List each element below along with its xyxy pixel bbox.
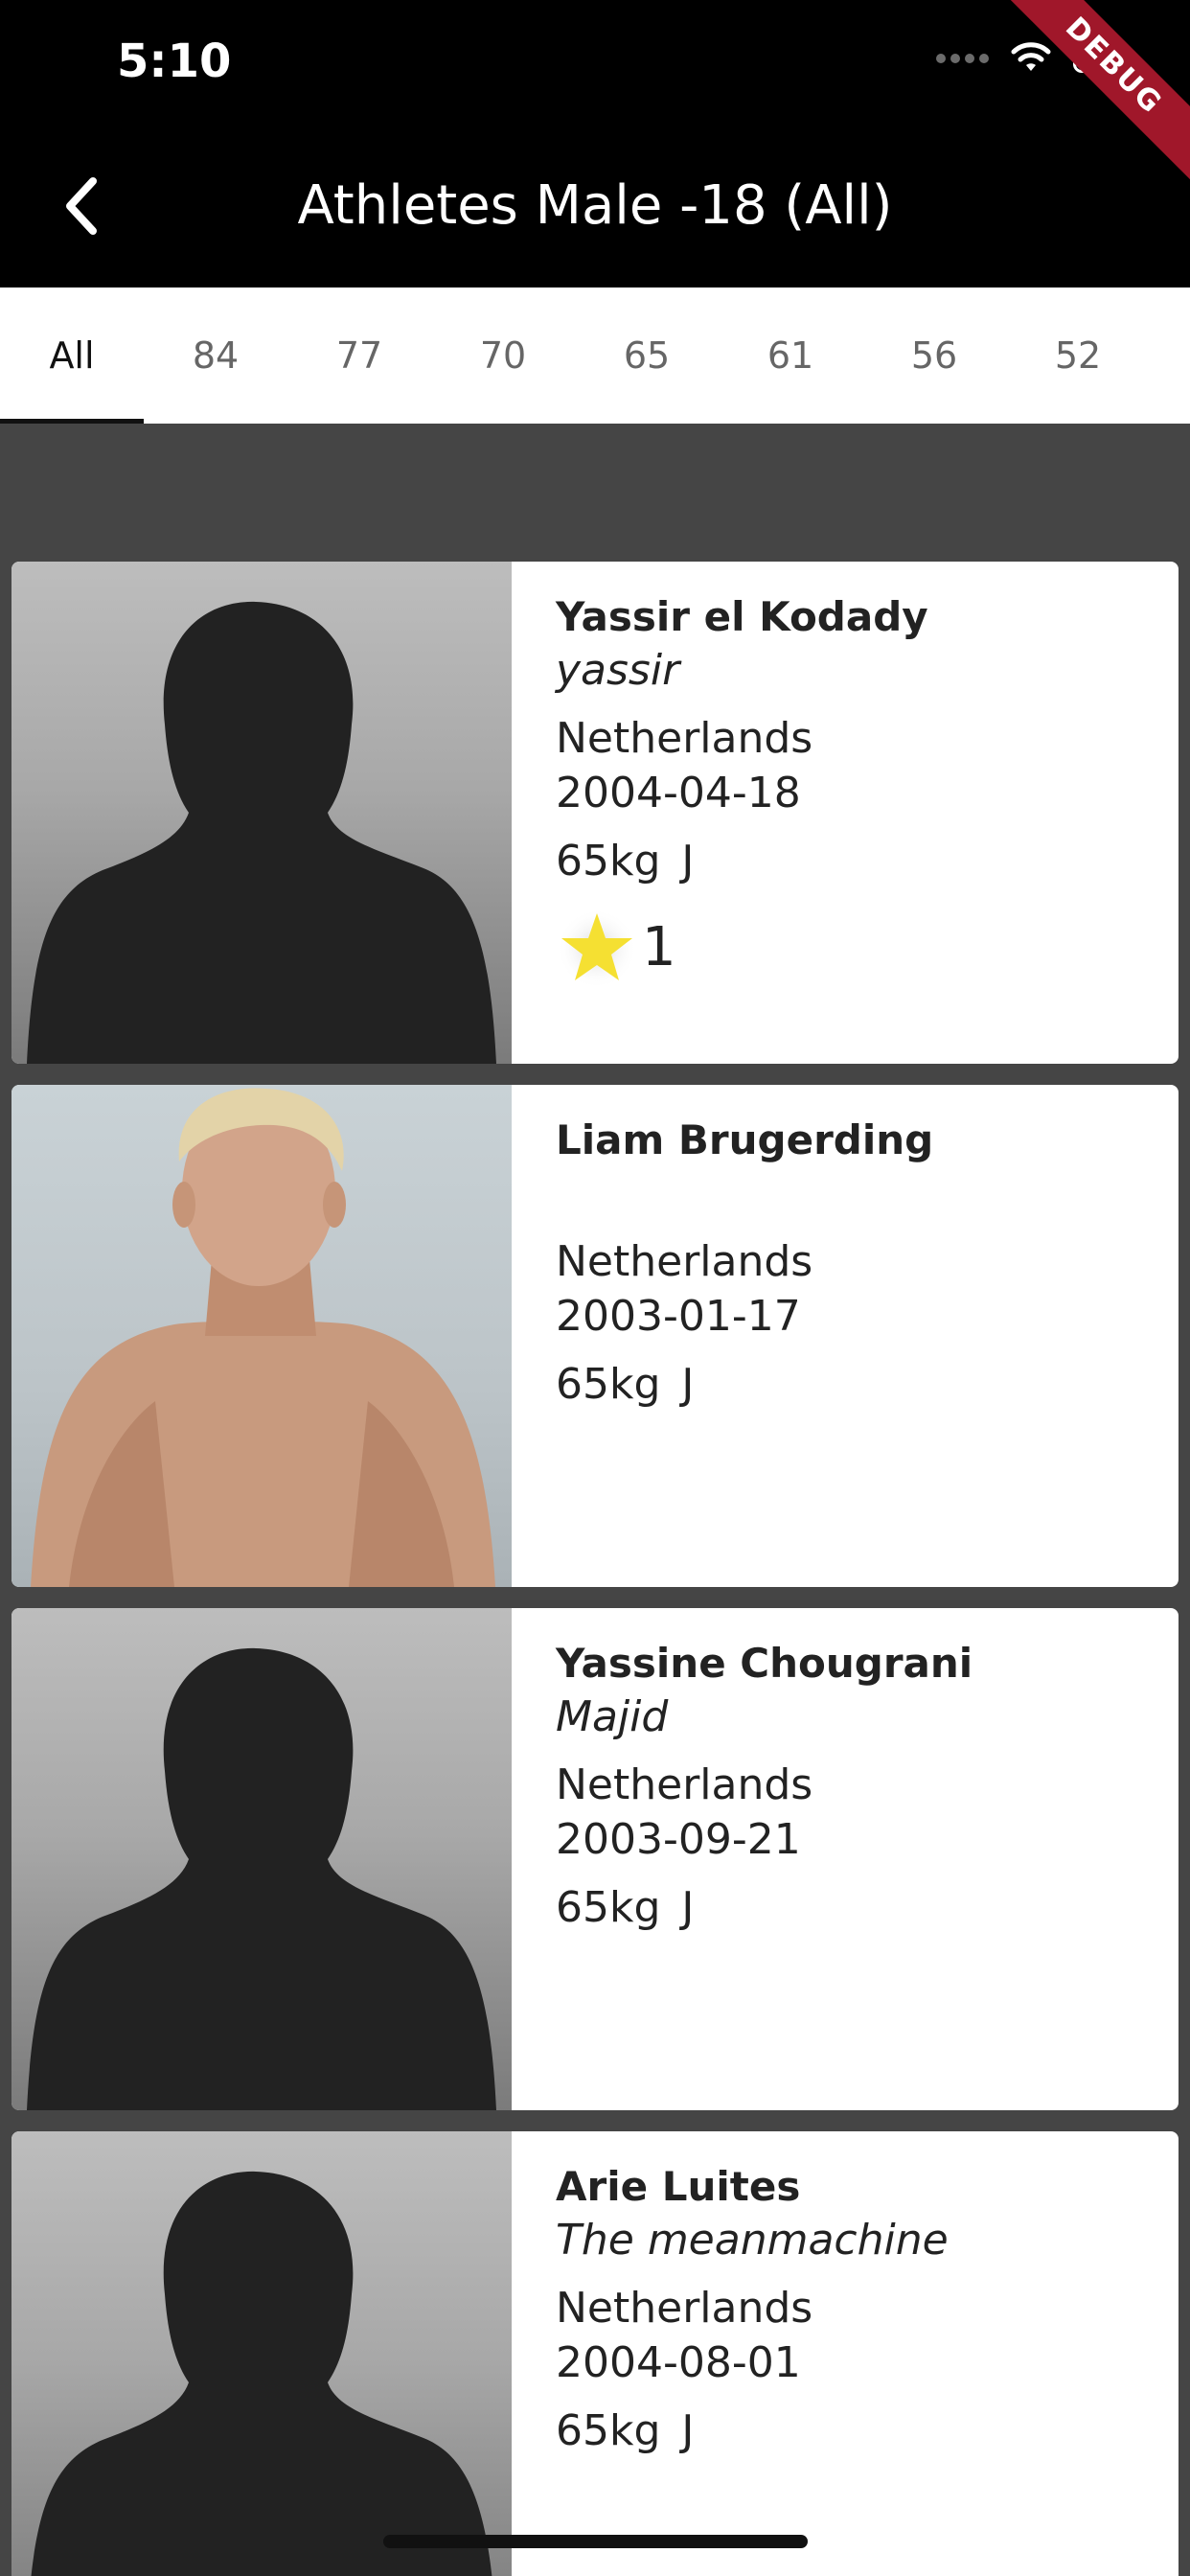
athlete-portrait — [31, 1088, 495, 1587]
person-silhouette-icon — [27, 1647, 496, 2110]
athlete-weight-row: 65kg J — [556, 1880, 973, 1935]
screen: 5:10 Athletes Male -18 (All) DEBUG All 8… — [0, 0, 1190, 2576]
athlete-nickname: yassir — [556, 646, 680, 695]
tab-70[interactable]: 70 — [431, 288, 575, 424]
athlete-photo-placeholder — [11, 1608, 512, 2110]
athlete-info: Yassine Chougrani Majid Netherlands 2003… — [512, 1608, 973, 2110]
weight-class-tabs: All 84 77 70 65 61 56 52 — [0, 288, 1190, 424]
athlete-country: Netherlands — [556, 714, 813, 763]
person-silhouette-icon — [27, 601, 496, 1064]
athlete-category: J — [681, 1360, 695, 1409]
tab-84[interactable]: 84 — [144, 288, 287, 424]
athlete-nickname: Majid — [556, 1692, 669, 1741]
athlete-weight: 65kg — [556, 2406, 661, 2455]
athlete-weight: 65kg — [556, 837, 661, 886]
athlete-name: Yassir el Kodady — [556, 593, 928, 640]
person-silhouette-icon — [31, 2171, 492, 2576]
athlete-info: Liam Brugerding Netherlands 2003-01-17 6… — [512, 1085, 933, 1587]
star-icon — [557, 908, 637, 988]
athlete-category: J — [681, 1883, 695, 1932]
star-count: 1 — [642, 915, 676, 978]
athlete-dob: 2004-04-18 — [556, 769, 801, 817]
athlete-stars: 1 — [556, 906, 928, 988]
athlete-weight-row: 65kg J — [556, 834, 928, 888]
athlete-dob: 2004-08-01 — [556, 2338, 801, 2387]
athlete-country: Netherlands — [556, 1237, 813, 1286]
athlete-card[interactable]: Yassine Chougrani Majid Netherlands 2003… — [11, 1608, 1179, 2110]
athlete-category: J — [681, 2406, 695, 2455]
athlete-category: J — [681, 837, 695, 886]
athlete-card[interactable]: Arie Luites The meanmachine Netherlands … — [11, 2131, 1179, 2576]
athlete-dob: 2003-01-17 — [556, 1292, 801, 1341]
athlete-card[interactable]: Liam Brugerding Netherlands 2003-01-17 6… — [11, 1085, 1179, 1587]
athlete-weight-row: 65kg J — [556, 2404, 949, 2458]
signal-icon — [936, 54, 989, 63]
tab-56[interactable]: 56 — [862, 288, 1006, 424]
home-indicator[interactable] — [383, 2535, 808, 2548]
app-bar: 5:10 Athletes Male -18 (All) — [0, 0, 1190, 288]
athlete-country: Netherlands — [556, 2284, 813, 2333]
athlete-info: Arie Luites The meanmachine Netherlands … — [512, 2131, 949, 2576]
athlete-list: Yassir el Kodady yassir Netherlands 2004… — [11, 562, 1179, 2576]
athlete-weight-row: 65kg J — [556, 1357, 933, 1412]
athlete-name: Liam Brugerding — [556, 1116, 934, 1163]
athlete-weight: 65kg — [556, 1883, 661, 1932]
athlete-photo-placeholder — [11, 2131, 512, 2576]
athlete-name: Yassine Chougrani — [556, 1640, 973, 1687]
athlete-photo — [11, 1085, 512, 1587]
athlete-nickname — [556, 1167, 933, 1221]
tab-61[interactable]: 61 — [719, 288, 862, 424]
wifi-icon — [1011, 42, 1051, 71]
tab-65[interactable]: 65 — [575, 288, 719, 424]
athlete-info: Yassir el Kodady yassir Netherlands 2004… — [512, 562, 928, 1064]
page-title: Athletes Male -18 (All) — [297, 174, 893, 237]
athlete-dob: 2003-09-21 — [556, 1815, 801, 1864]
tab-all[interactable]: All — [0, 288, 144, 424]
athlete-card[interactable]: Yassir el Kodady yassir Netherlands 2004… — [11, 562, 1179, 1064]
athlete-nickname: The meanmachine — [556, 2216, 949, 2265]
athlete-photo-placeholder — [11, 562, 512, 1064]
tab-52[interactable]: 52 — [1006, 288, 1150, 424]
status-time: 5:10 — [117, 34, 232, 88]
athlete-weight: 65kg — [556, 1360, 661, 1409]
tab-77[interactable]: 77 — [287, 288, 431, 424]
athlete-name: Arie Luites — [556, 2163, 801, 2210]
athlete-country: Netherlands — [556, 1760, 813, 1809]
